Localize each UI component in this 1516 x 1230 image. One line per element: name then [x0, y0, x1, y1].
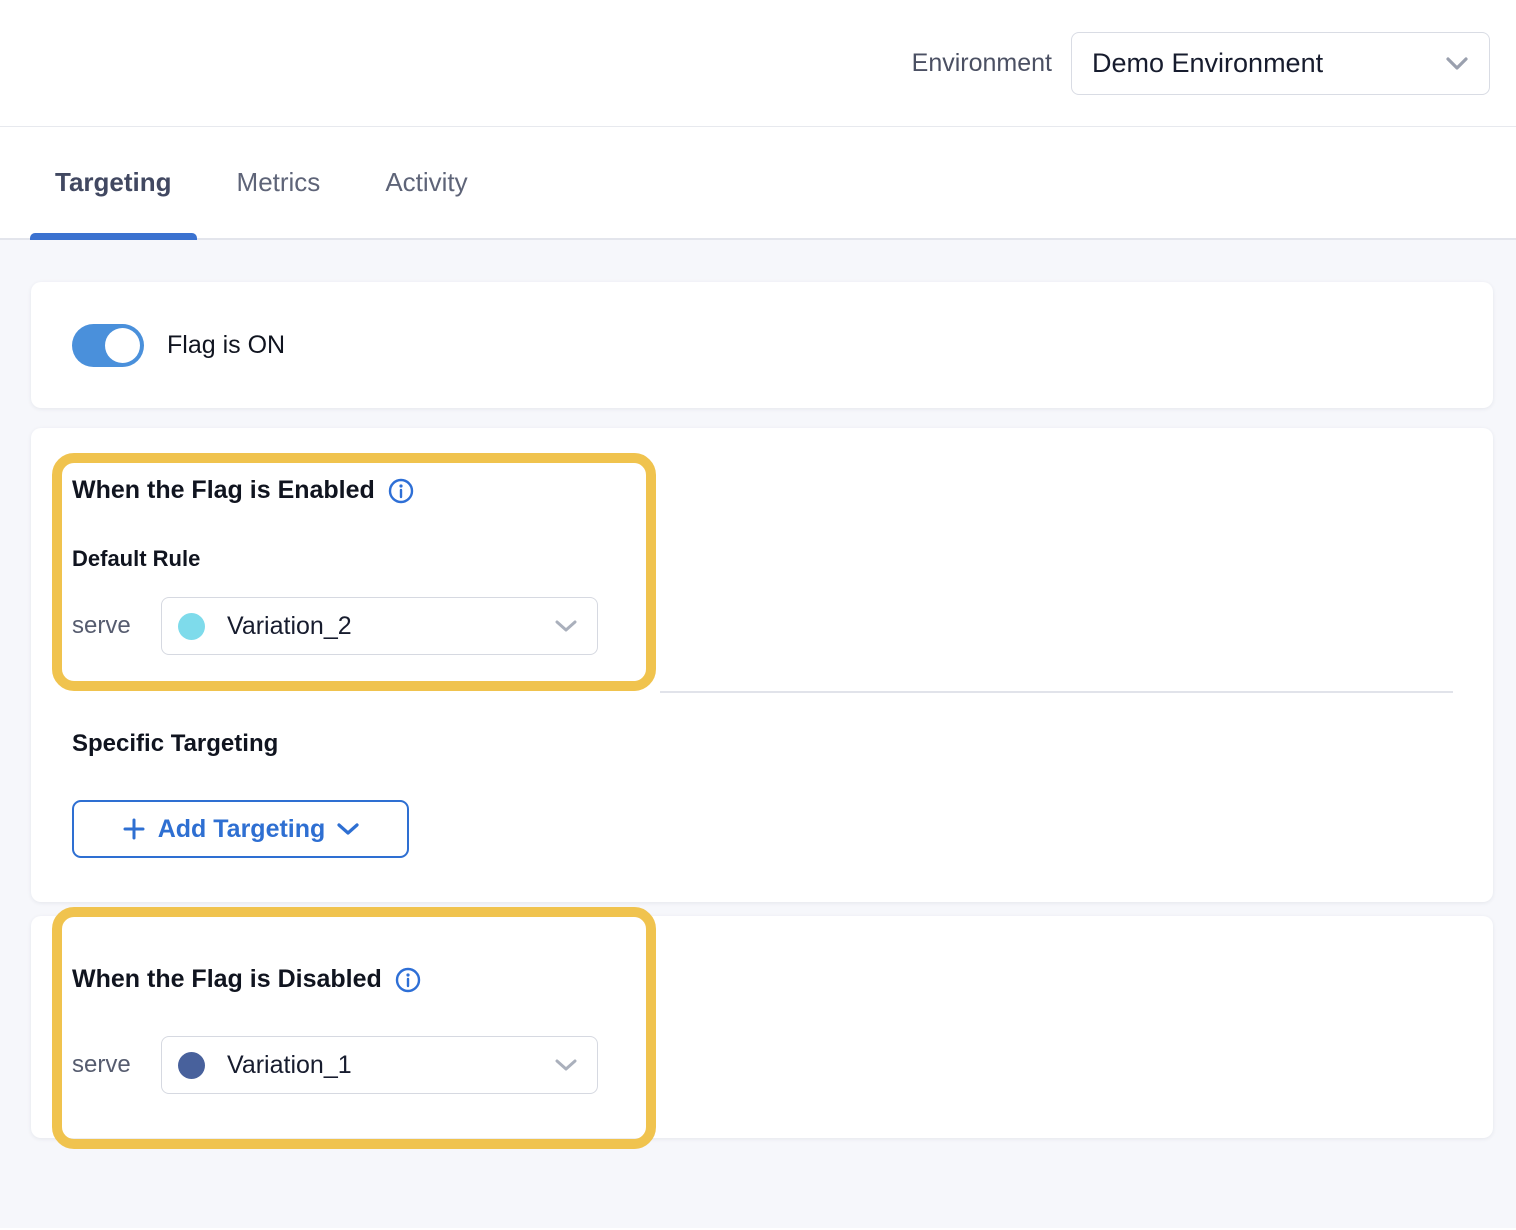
- variation-1-color-dot: [178, 1052, 205, 1079]
- serve-label: serve: [72, 612, 129, 640]
- tab-targeting-label: Targeting: [55, 167, 172, 198]
- default-rule-label: Default Rule: [72, 546, 636, 572]
- enabled-highlight-box: When the Flag is Enabled Default Rule se…: [52, 453, 656, 691]
- tab-bar: Targeting Metrics Activity: [0, 127, 1516, 240]
- variation-2-color-dot: [178, 613, 205, 640]
- environment-label: Environment: [912, 49, 1052, 78]
- flag-toggle[interactable]: [72, 324, 144, 367]
- tab-metrics[interactable]: Metrics: [212, 127, 346, 238]
- enabled-variation-value: Variation_2: [227, 612, 555, 641]
- tab-metrics-label: Metrics: [237, 167, 321, 198]
- flag-status-label: Flag is ON: [167, 331, 285, 360]
- targeting-panel: Flag is ON When the Flag is Enabled Defa…: [0, 240, 1516, 1228]
- add-targeting-label: Add Targeting: [158, 815, 326, 844]
- flag-toggle-knob: [105, 328, 140, 363]
- chevron-down-icon: [1445, 56, 1469, 71]
- enabled-section-title: When the Flag is Enabled: [72, 476, 375, 505]
- active-tab-indicator: [30, 233, 197, 240]
- enabled-variation-dropdown[interactable]: Variation_2: [161, 597, 598, 655]
- serve-label: serve: [72, 1051, 129, 1079]
- add-targeting-button[interactable]: Add Targeting: [72, 800, 409, 858]
- chevron-down-icon: [555, 1059, 577, 1072]
- flag-status-card: Flag is ON: [31, 282, 1493, 408]
- disabled-section-title: When the Flag is Disabled: [72, 965, 382, 994]
- chevron-down-icon: [337, 823, 359, 836]
- specific-targeting-title: Specific Targeting: [72, 730, 278, 758]
- flag-disabled-card: When the Flag is Disabled serve Variatio…: [31, 916, 1493, 1138]
- environment-dropdown-value: Demo Environment: [1092, 48, 1323, 79]
- tab-targeting[interactable]: Targeting: [30, 127, 197, 238]
- tab-activity-label: Activity: [385, 167, 467, 198]
- info-icon[interactable]: [395, 967, 421, 993]
- flag-enabled-card: When the Flag is Enabled Default Rule se…: [31, 428, 1493, 902]
- disabled-highlight-box: When the Flag is Disabled serve Variatio…: [52, 907, 656, 1149]
- page-header: Environment Demo Environment: [0, 0, 1516, 127]
- section-divider: [660, 691, 1453, 693]
- disabled-variation-dropdown[interactable]: Variation_1: [161, 1036, 598, 1094]
- plus-icon: [122, 817, 146, 841]
- info-icon[interactable]: [388, 478, 414, 504]
- disabled-variation-value: Variation_1: [227, 1051, 555, 1080]
- tab-activity[interactable]: Activity: [360, 127, 492, 238]
- environment-dropdown[interactable]: Demo Environment: [1071, 32, 1490, 95]
- chevron-down-icon: [555, 620, 577, 633]
